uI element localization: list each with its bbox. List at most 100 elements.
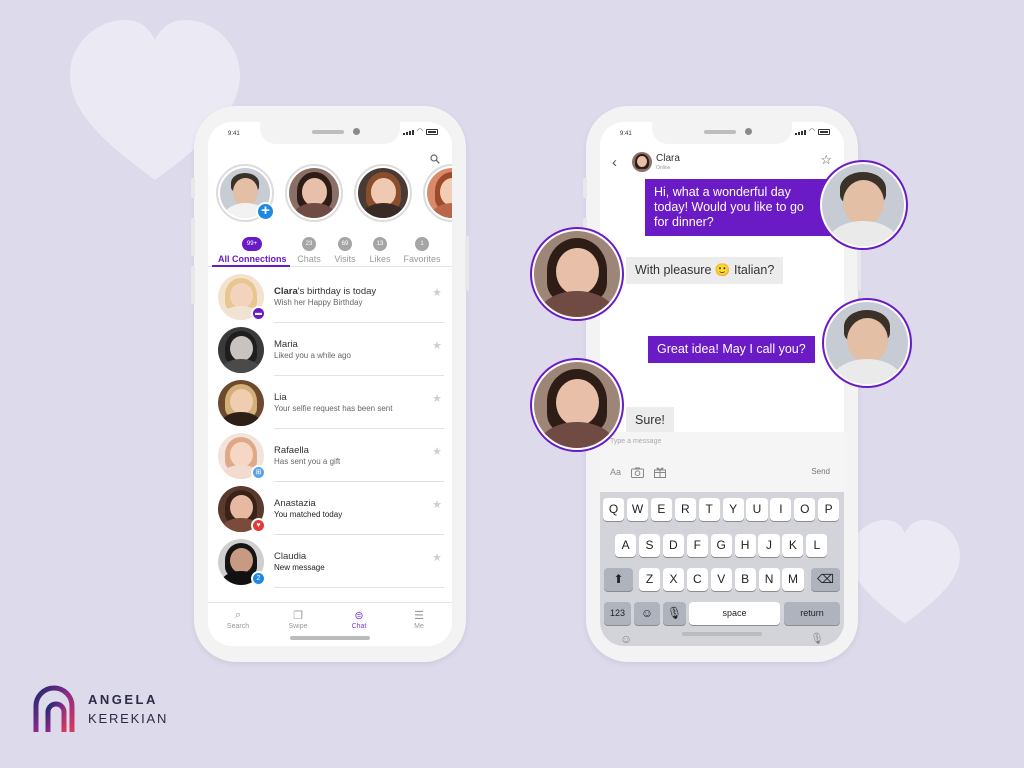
return-key[interactable]: return bbox=[784, 602, 840, 625]
space-key[interactable]: space bbox=[689, 602, 780, 625]
nav-chat[interactable]: ⊜ Chat bbox=[339, 609, 379, 630]
back-arrow-icon[interactable]: ‹ bbox=[612, 154, 617, 171]
add-story-button[interactable]: + bbox=[256, 202, 275, 221]
key-f[interactable]: F bbox=[686, 534, 708, 557]
microphone-key[interactable]: 🎙 bbox=[663, 602, 686, 625]
receiver-avatar bbox=[530, 227, 624, 321]
contact-name: Rafaella bbox=[274, 445, 309, 456]
item-subtitle: Liked you a while ago bbox=[274, 351, 351, 360]
key-d[interactable]: D bbox=[662, 534, 684, 557]
story-avatar[interactable] bbox=[354, 164, 412, 222]
wifi-icon: ◠ bbox=[808, 128, 815, 135]
star-icon[interactable]: ★ bbox=[432, 551, 442, 564]
emoji-icon[interactable]: ☺ bbox=[620, 632, 632, 646]
tab-label: Favorites bbox=[403, 254, 441, 264]
key-s[interactable]: S bbox=[638, 534, 661, 557]
contact-name: Lia bbox=[274, 392, 287, 403]
contact-avatar[interactable] bbox=[632, 152, 652, 172]
home-indicator bbox=[682, 632, 762, 636]
stories-row: + bbox=[216, 164, 452, 222]
favorite-star-icon[interactable]: ☆ bbox=[820, 152, 832, 168]
key-r[interactable]: R bbox=[674, 498, 696, 521]
battery-icon bbox=[818, 129, 830, 135]
tab-visits[interactable]: 69 Visits bbox=[328, 232, 362, 264]
key-t[interactable]: T bbox=[698, 498, 720, 521]
receiver-avatar bbox=[530, 358, 624, 452]
list-item[interactable]: ⊞ Rafaella Has sent you a gift ★ bbox=[208, 429, 452, 482]
key-i[interactable]: I bbox=[770, 498, 792, 521]
key-j[interactable]: J bbox=[758, 534, 780, 557]
tab-chats[interactable]: 23 Chats bbox=[292, 232, 326, 264]
star-icon[interactable]: ★ bbox=[432, 445, 442, 458]
story-avatar[interactable] bbox=[423, 164, 452, 222]
key-x[interactable]: X bbox=[662, 568, 685, 591]
chat-icon: ⊜ bbox=[354, 610, 364, 622]
list-item[interactable]: Maria Liked you a while ago ★ bbox=[208, 323, 452, 376]
key-w[interactable]: W bbox=[626, 498, 649, 521]
key-l[interactable]: L bbox=[806, 534, 828, 557]
message-input[interactable]: Type a message bbox=[610, 438, 661, 445]
nav-swipe[interactable]: ❐ Swipe bbox=[278, 609, 318, 630]
tab-all-connections[interactable]: 99+ All Connections bbox=[218, 232, 287, 264]
key-e[interactable]: E bbox=[650, 498, 672, 521]
emoji-key[interactable]: ☺ bbox=[634, 602, 660, 625]
chat-screen: 9:41 ◠ ‹ Clara Online ☆ Hi, what a wonde… bbox=[600, 122, 844, 646]
dictation-icon[interactable]: 🎙 bbox=[810, 632, 824, 645]
item-subtitle: Your selfie request has been sent bbox=[274, 404, 393, 413]
key-o[interactable]: O bbox=[794, 498, 816, 521]
key-n[interactable]: N bbox=[758, 568, 780, 591]
key-k[interactable]: K bbox=[782, 534, 804, 557]
tab-likes[interactable]: 13 Likes bbox=[363, 232, 397, 264]
story-avatar[interactable] bbox=[285, 164, 343, 222]
key-m[interactable]: M bbox=[782, 568, 804, 591]
key-g[interactable]: G bbox=[710, 534, 732, 557]
numbers-key[interactable]: 123 bbox=[604, 602, 631, 625]
camera-icon[interactable] bbox=[631, 467, 645, 478]
key-u[interactable]: U bbox=[746, 498, 768, 521]
wifi-icon: ◠ bbox=[416, 128, 423, 135]
my-profile-avatar[interactable]: + bbox=[216, 164, 275, 222]
key-c[interactable]: C bbox=[686, 568, 708, 591]
text-format-icon[interactable]: Aa bbox=[610, 467, 621, 477]
backspace-key[interactable]: ⌫ bbox=[811, 568, 840, 591]
star-icon[interactable]: ★ bbox=[432, 498, 442, 511]
key-z[interactable]: Z bbox=[639, 568, 661, 591]
search-icon: ⌕ bbox=[234, 609, 242, 621]
list-item[interactable]: ▬ Clara's birthday is today Wish her Hap… bbox=[208, 270, 452, 323]
key-q[interactable]: Q bbox=[603, 498, 625, 521]
connections-screen: 9:41 ◠ + 99+ All Connections 23 Chats 69… bbox=[208, 122, 452, 646]
nav-search[interactable]: ⌕ Search bbox=[218, 609, 258, 630]
message-composer: Type a message Aa Send bbox=[600, 432, 844, 492]
connection-tabs: 99+ All Connections 23 Chats 69 Visits 1… bbox=[208, 232, 452, 266]
sender-avatar bbox=[822, 298, 912, 388]
tab-count: 99+ bbox=[242, 237, 262, 251]
profile-icon: ☰ bbox=[414, 610, 424, 622]
key-v[interactable]: V bbox=[710, 568, 732, 591]
star-icon[interactable]: ★ bbox=[432, 339, 442, 352]
nav-label: Swipe bbox=[288, 623, 308, 630]
list-item[interactable]: Lia Your selfie request has been sent ★ bbox=[208, 376, 452, 429]
birthday-text: 's birthday is today bbox=[297, 286, 377, 297]
gift-icon[interactable] bbox=[654, 466, 667, 478]
brand-name: ANGELA KEREKIAN bbox=[88, 690, 168, 728]
tab-label: Likes bbox=[369, 254, 391, 264]
search-icon[interactable] bbox=[430, 154, 440, 164]
nav-me[interactable]: ☰ Me bbox=[399, 609, 439, 630]
key-a[interactable]: A bbox=[615, 534, 637, 557]
brand-line-2: KEREKIAN bbox=[88, 711, 169, 726]
key-y[interactable]: Y bbox=[722, 498, 744, 521]
star-icon[interactable]: ★ bbox=[432, 392, 442, 405]
key-p[interactable]: P bbox=[818, 498, 840, 521]
star-icon[interactable]: ★ bbox=[432, 286, 442, 299]
contact-status: Online bbox=[656, 165, 671, 171]
status-time: 9:41 bbox=[620, 131, 632, 137]
send-button[interactable]: Send bbox=[811, 467, 830, 476]
key-h[interactable]: H bbox=[734, 534, 756, 557]
tab-favorites[interactable]: 1 Favorites bbox=[400, 232, 444, 264]
smiley-emoji-icon: 🙂 bbox=[714, 263, 731, 277]
list-item[interactable]: ♥ Anastazia You matched today ★ bbox=[208, 482, 452, 535]
key-b[interactable]: B bbox=[734, 568, 756, 591]
phone-connections: 9:41 ◠ + 99+ All Connections 23 Chats 69… bbox=[191, 106, 469, 662]
shift-key[interactable]: ⬆ bbox=[604, 568, 633, 591]
list-item[interactable]: 2 Claudia New message ★ bbox=[208, 535, 452, 588]
